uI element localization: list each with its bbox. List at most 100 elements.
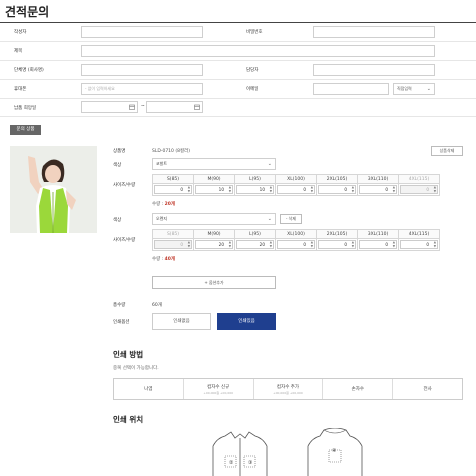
phone-input[interactable]: - 없이 입력하세요: [81, 83, 203, 95]
qty-value: 10: [218, 187, 224, 192]
method-option[interactable]: 컴자수 신규 +00,000원 +00,000: [184, 379, 254, 399]
print-position-title: 인쇄 위치: [113, 415, 144, 424]
size-qty-table: S(85) M(90) L(95) XL(100) 2XL(105) 3XL(1…: [152, 229, 440, 251]
color-label: 색상: [113, 218, 122, 223]
spinner-icon[interactable]: ▲ ▼: [434, 240, 436, 248]
password-label: 비밀번호: [246, 30, 263, 35]
email-domain-select[interactable]: 직접입력 ⌄: [393, 83, 435, 95]
qty-value: 0: [303, 187, 306, 192]
qty-value: 20: [218, 242, 224, 247]
writer-label: 작성자: [14, 30, 27, 35]
spinner-icon[interactable]: ▲ ▼: [270, 185, 272, 193]
subject-label: 제목: [14, 49, 23, 54]
position-marker[interactable]: ④: [332, 448, 336, 454]
product-name-value: SLD-0710 (8컬러): [152, 149, 190, 154]
date-end-input[interactable]: [146, 101, 203, 113]
method-option[interactable]: 컴자수 추가 +00,000원 +00,000: [254, 379, 324, 399]
subject-input[interactable]: [81, 45, 435, 57]
spinner-icon[interactable]: ▲ ▼: [188, 185, 190, 193]
spinner-icon[interactable]: ▲ ▼: [352, 240, 354, 248]
calendar-icon[interactable]: [129, 104, 135, 110]
sum-label: 수량 :: [152, 202, 165, 207]
spinner-icon[interactable]: ▲ ▼: [270, 240, 272, 248]
chevron-down-icon: ⌄: [267, 161, 272, 167]
size-header: L(95): [234, 174, 276, 184]
qty-value: 0: [303, 242, 306, 247]
method-option[interactable]: 손자수: [323, 379, 394, 399]
email-input[interactable]: [313, 83, 389, 95]
size-header: XL(100): [275, 229, 317, 239]
spinner-icon[interactable]: ▲ ▼: [229, 240, 231, 248]
row-divider: [0, 98, 476, 99]
position-marker[interactable]: ②: [229, 460, 233, 466]
size-header: M(90): [193, 229, 235, 239]
position-marker[interactable]: ③: [248, 460, 252, 466]
phone-label: 휴대폰: [14, 87, 27, 92]
spinner-icon[interactable]: ▲ ▼: [393, 240, 395, 248]
method-label: 컴자수 추가: [276, 384, 300, 390]
qty-value: 0: [426, 187, 429, 192]
qty-value: 10: [259, 187, 265, 192]
size-header: 3XL(110): [357, 174, 399, 184]
print-yes-button[interactable]: 인쇄있음: [217, 313, 276, 330]
size-header: 4XL(115): [398, 229, 440, 239]
print-option-label: 인쇄옵션: [113, 320, 130, 325]
qty-input[interactable]: 0 ▲ ▼: [277, 185, 315, 194]
print-none-button[interactable]: 인쇄없음: [152, 313, 211, 330]
sum-value: 20개: [164, 202, 176, 207]
inquiry-product-button[interactable]: 문의 상품: [10, 125, 41, 135]
qty-input[interactable]: 0 ▲ ▼: [318, 185, 356, 194]
manager-input[interactable]: [313, 64, 435, 76]
color-label: 색상: [113, 163, 122, 168]
qty-input[interactable]: 10 ▲ ▼: [195, 185, 233, 194]
method-label: 손자수: [351, 387, 364, 392]
total-value: 60개: [152, 303, 162, 308]
option-sum: 수량 : 40개: [152, 256, 175, 262]
qty-input[interactable]: 20 ▲ ▼: [195, 240, 233, 249]
email-label: 이메일: [246, 87, 259, 92]
password-input[interactable]: [313, 26, 435, 38]
size-header: M(90): [193, 174, 235, 184]
spinner-icon[interactable]: ▲ ▼: [311, 240, 313, 248]
title-divider: [0, 22, 476, 23]
qty-input[interactable]: 0 ▲ ▼: [154, 185, 192, 194]
writer-input[interactable]: [81, 26, 203, 38]
size-header: 2XL(105): [316, 174, 358, 184]
qty-input[interactable]: 0 ▲ ▼: [359, 240, 397, 249]
date-separator: ~: [141, 104, 145, 109]
size-qty-label: 사이즈/수량: [113, 238, 136, 243]
company-input[interactable]: [81, 64, 203, 76]
color-select[interactable]: 코발트 ⌄: [152, 158, 276, 170]
spinner-icon[interactable]: ▲ ▼: [229, 185, 231, 193]
qty-input[interactable]: 20 ▲ ▼: [236, 240, 274, 249]
size-qty-label: 사이즈/수량: [113, 183, 136, 188]
calendar-icon[interactable]: [194, 104, 200, 110]
qty-row: 0 ▲ ▼ 10 ▲ ▼ 10 ▲ ▼ 0 ▲ ▼ 0 ▲ ▼ 0 ▲ ▼ 0 ▲ ▼: [152, 183, 440, 196]
row-divider: [0, 79, 476, 80]
qty-input-disabled: 0 ▲ ▼: [400, 185, 438, 194]
qty-value: 0: [385, 187, 388, 192]
qty-input[interactable]: 0 ▲ ▼: [318, 240, 356, 249]
qty-input[interactable]: 0 ▲ ▼: [359, 185, 397, 194]
page-title: 견적문의: [5, 5, 50, 19]
sum-value: 40개: [164, 257, 176, 262]
qty-row: 0 ▲ ▼ 20 ▲ ▼ 20 ▲ ▼ 0 ▲ ▼ 0 ▲ ▼ 0 ▲ ▼ 0 ▲ ▼: [152, 238, 440, 251]
date-start-input[interactable]: [81, 101, 138, 113]
qty-value: 0: [426, 242, 429, 247]
print-method-options: 나염 컴자수 신규 +00,000원 +00,000 컴자수 추가 +00,000원…: [113, 378, 463, 400]
spinner-icon[interactable]: ▲ ▼: [311, 185, 313, 193]
qty-input[interactable]: 10 ▲ ▼: [236, 185, 274, 194]
spinner-icon[interactable]: ▲ ▼: [352, 185, 354, 193]
add-option-button[interactable]: + 옵션추가: [152, 276, 276, 289]
date-label: 납품 희망일: [14, 106, 37, 111]
spinner-icon[interactable]: ▲ ▼: [393, 185, 395, 193]
qty-value: 0: [385, 242, 388, 247]
color-select[interactable]: 오렌지 ⌄: [152, 213, 276, 225]
method-option[interactable]: 전사: [393, 379, 462, 399]
qty-input[interactable]: 0 ▲ ▼: [400, 240, 438, 249]
delete-option-button[interactable]: - 삭제: [280, 214, 302, 224]
method-option[interactable]: 나염: [114, 379, 184, 399]
delete-product-button[interactable]: 상품삭제: [431, 146, 463, 156]
qty-input[interactable]: 0 ▲ ▼: [277, 240, 315, 249]
spinner-icon: ▲ ▼: [433, 185, 436, 193]
